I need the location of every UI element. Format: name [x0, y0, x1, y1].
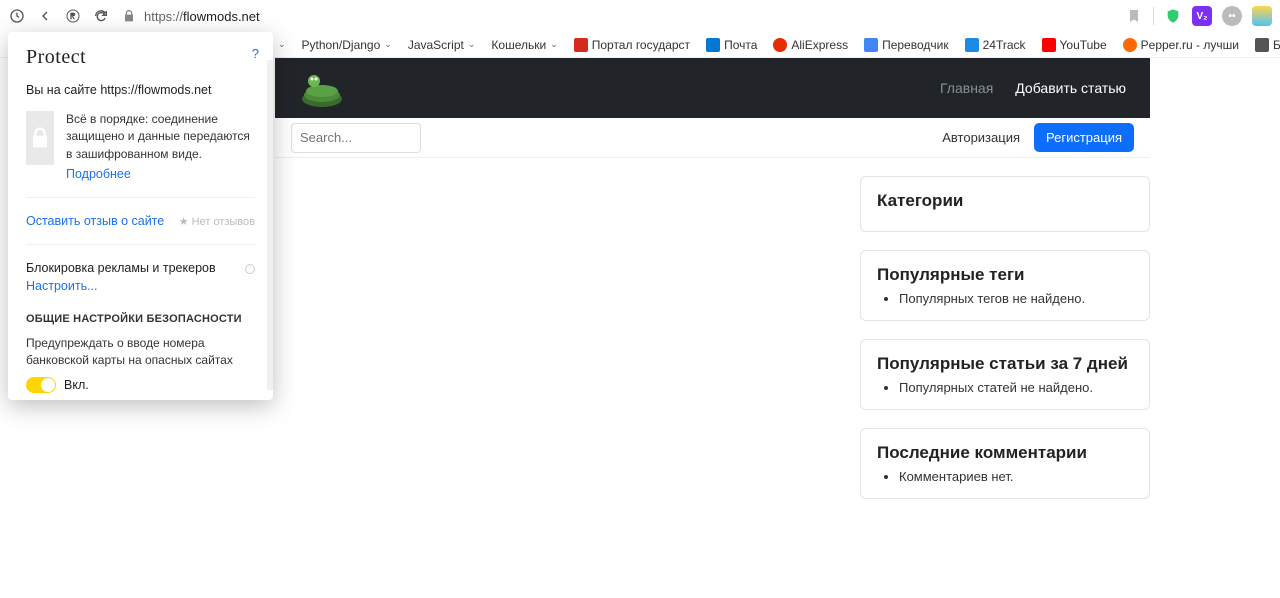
extension-3-icon[interactable] [1252, 6, 1272, 26]
comments-empty: Комментариев нет. [899, 469, 1133, 484]
site-navbar: Главная Добавить статью [275, 58, 1150, 118]
comments-title: Последние комментарии [877, 443, 1133, 463]
popup-more-link[interactable]: Подробнее [66, 167, 131, 181]
block-ads-status-icon [245, 264, 255, 274]
site-logo-icon[interactable] [299, 69, 345, 107]
popular-title: Популярные статьи за 7 дней [877, 354, 1133, 374]
yandex-icon[interactable] [64, 7, 82, 25]
popup-help-icon[interactable]: ? [252, 46, 259, 61]
address-bar[interactable]: https://flowmods.net [120, 7, 260, 25]
bookmark-mail[interactable]: Почта [706, 38, 757, 52]
search-input[interactable] [291, 123, 421, 153]
history-icon[interactable] [8, 7, 26, 25]
separator [1153, 7, 1154, 25]
popup-lock-icon [26, 111, 54, 165]
tags-empty: Популярных тегов не найдено. [899, 291, 1133, 306]
lock-icon [120, 7, 138, 25]
bookmark-wallets[interactable]: Кошельки⌄ [491, 38, 557, 52]
main-column [275, 176, 836, 499]
bookmark-folder-0[interactable]: ⌄ [278, 39, 286, 50]
categories-title: Категории [877, 191, 1133, 211]
popup-site-line: Вы на сайте https://flowmods.net [26, 83, 255, 97]
toggle-on-label: Вкл. [64, 378, 89, 392]
browser-right-icons: V₂ •• [1125, 6, 1272, 26]
protect-popup: Protect ? Вы на сайте https://flowmods.n… [8, 32, 273, 400]
bookmark-python[interactable]: Python/Django⌄ [302, 38, 392, 52]
auth-link[interactable]: Авторизация [942, 130, 1020, 145]
bookmark-pepper[interactable]: Pepper.ru - лучши [1123, 38, 1239, 52]
bookmark-youtube[interactable]: YouTube [1042, 38, 1107, 52]
categories-card: Категории [860, 176, 1150, 232]
popular-empty: Популярных статей не найдено. [899, 380, 1133, 395]
back-icon[interactable] [36, 7, 54, 25]
bookmark-translator[interactable]: Переводчик [864, 38, 949, 52]
bookmark-aliexpress[interactable]: AliExpress [773, 38, 848, 52]
url-text: https://flowmods.net [144, 9, 260, 24]
register-button[interactable]: Регистрация [1034, 123, 1134, 152]
leave-review-link[interactable]: Оставить отзыв о сайте [26, 214, 164, 228]
bookmark-portal[interactable]: Портал государст [574, 38, 690, 52]
bookmark-24track[interactable]: 24Track [965, 38, 1026, 52]
configure-link[interactable]: Настроить... [26, 279, 98, 293]
divider [26, 197, 255, 198]
nav-home[interactable]: Главная [940, 80, 993, 96]
reload-icon[interactable] [92, 7, 110, 25]
site-subbar: Авторизация Регистрация [275, 118, 1150, 158]
popular-card: Популярные статьи за 7 дней Популярных с… [860, 339, 1150, 410]
extension-1-icon[interactable]: V₂ [1192, 6, 1212, 26]
block-ads-row: Блокировка рекламы и трекеров [26, 261, 255, 275]
bookmark-icon[interactable] [1125, 7, 1143, 25]
sidebar-column: Категории Популярные теги Популярных тег… [860, 176, 1150, 499]
nav-add-article[interactable]: Добавить статью [1015, 80, 1126, 96]
tags-title: Популярные теги [877, 265, 1133, 285]
security-section-title: ОБЩИЕ НАСТРОЙКИ БЕЗОПАСНОСТИ [26, 313, 255, 325]
warn-card-toggle[interactable] [26, 377, 56, 393]
popup-status-text: Всё в порядке: соединение защищено и дан… [66, 111, 255, 163]
bookmark-courses[interactable]: База Курсов [1255, 38, 1280, 52]
shield-icon[interactable] [1164, 7, 1182, 25]
warn-card-text: Предупреждать о вводе номера банковской … [26, 335, 255, 369]
divider [26, 244, 255, 245]
popup-title: Protect [26, 46, 255, 69]
browser-toolbar: https://flowmods.net V₂ •• [0, 0, 1280, 32]
no-reviews-text: ★ Нет отзывов [179, 215, 255, 228]
bookmark-javascript[interactable]: JavaScript⌄ [408, 38, 476, 52]
comments-card: Последние комментарии Комментариев нет. [860, 428, 1150, 499]
extension-2-icon[interactable]: •• [1222, 6, 1242, 26]
tags-card: Популярные теги Популярных тегов не найд… [860, 250, 1150, 321]
